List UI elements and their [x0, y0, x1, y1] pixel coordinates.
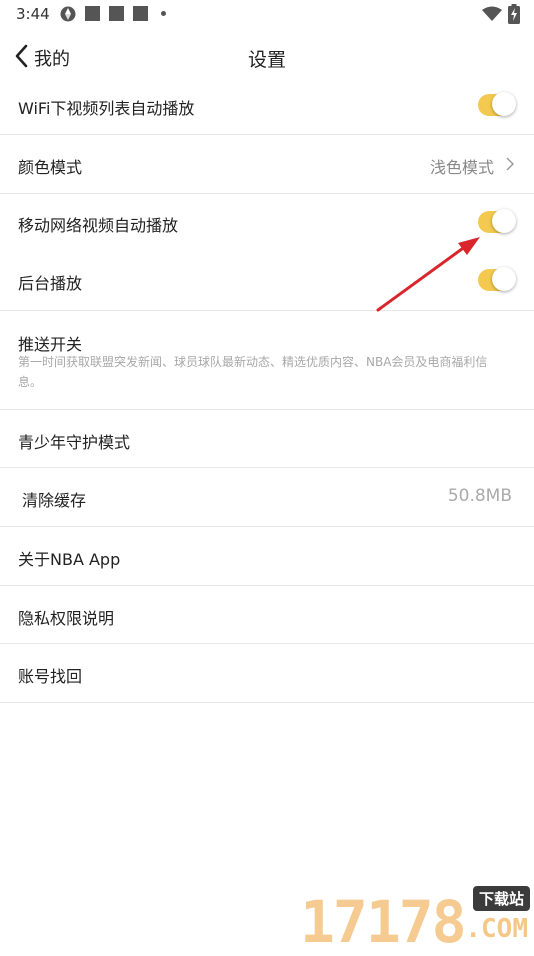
setting-label: 清除缓存	[22, 491, 87, 510]
setting-clear-cache[interactable]: 清除缓存 50.8MB	[0, 468, 534, 527]
setting-label: 后台播放	[18, 274, 83, 293]
cache-size-value: 50.8MB	[447, 486, 512, 506]
push-description: 第一时间获取联盟突发新闻、球员球队最新动态、精选优质内容、NBA会员及电商福利信…	[18, 355, 488, 389]
color-mode-value: 浅色模式	[429, 158, 494, 177]
setting-label: 颜色模式	[18, 158, 83, 177]
mobile-autoplay-toggle[interactable]	[478, 209, 516, 233]
watermark-digits: 17178	[300, 888, 467, 956]
setting-label: 青少年守护模式	[18, 433, 131, 452]
setting-label: 隐私权限说明	[18, 609, 115, 628]
wifi-icon	[482, 6, 502, 26]
setting-label: 关于NBA App	[18, 550, 121, 569]
status-bar: 3:44	[0, 0, 534, 28]
setting-push[interactable]: 推送开关 第一时间获取联盟突发新闻、球员球队最新动态、精选优质内容、NBA会员及…	[0, 311, 534, 410]
wifi-autoplay-toggle[interactable]	[478, 92, 516, 116]
setting-wifi-autoplay[interactable]: WiFi下视频列表自动播放	[0, 76, 534, 135]
background-play-toggle[interactable]	[478, 267, 516, 291]
setting-about[interactable]: 关于NBA App	[0, 527, 534, 586]
setting-background-play[interactable]: 后台播放	[0, 252, 534, 311]
page-title: 设置	[247, 49, 286, 71]
more-dot-icon	[161, 11, 166, 16]
battery-charging-icon	[508, 4, 520, 28]
setting-account-recovery[interactable]: 账号找回	[0, 644, 534, 703]
notification-icon	[109, 6, 124, 21]
toggle-knob	[492, 92, 516, 116]
toggle-knob	[492, 209, 516, 233]
sync-icon	[59, 5, 77, 27]
watermark-domain: .COM	[465, 914, 528, 944]
setting-color-mode[interactable]: 颜色模式 浅色模式	[0, 135, 534, 194]
setting-mobile-autoplay[interactable]: 移动网络视频自动播放	[0, 194, 534, 252]
setting-privacy[interactable]: 隐私权限说明	[0, 586, 534, 644]
setting-label: 账号找回	[18, 667, 83, 686]
setting-label: WiFi下视频列表自动播放	[18, 99, 195, 118]
toggle-knob	[492, 267, 516, 291]
setting-label: 移动网络视频自动播放	[18, 216, 179, 235]
watermark-badge: 下载站	[472, 886, 530, 911]
notification-icon	[133, 6, 148, 21]
setting-teen-mode[interactable]: 青少年守护模式	[0, 410, 534, 468]
chevron-right-icon	[506, 156, 515, 175]
status-time: 3:44	[16, 5, 50, 23]
notification-icon	[85, 6, 100, 21]
watermark-logo: 17178 下载站 .COM	[294, 880, 534, 956]
